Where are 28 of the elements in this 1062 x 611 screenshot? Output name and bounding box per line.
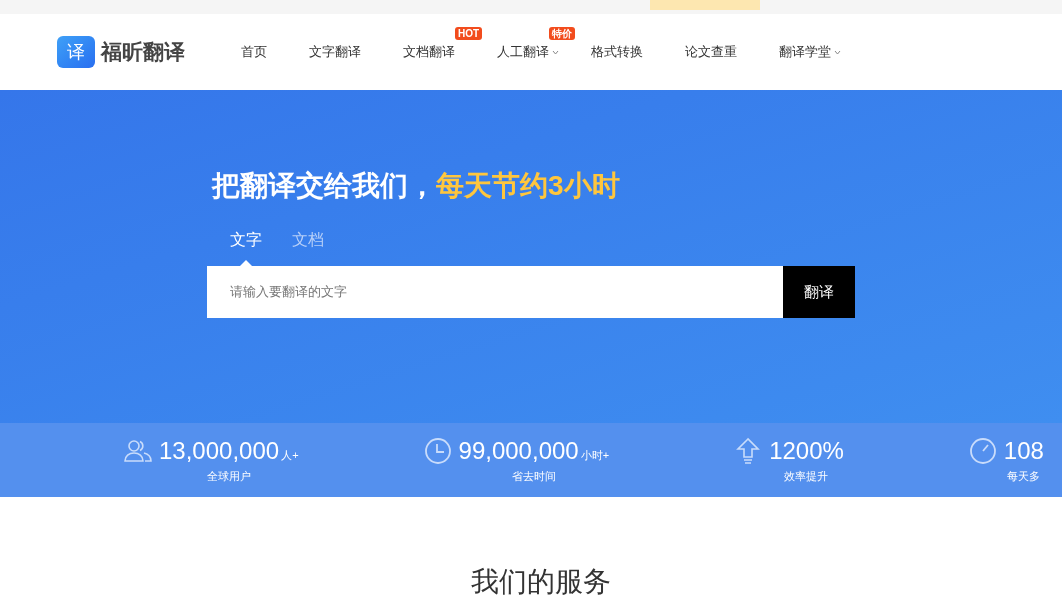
section-title: 我们的服务 (471, 565, 611, 599)
nav-link[interactable]: 首页 (241, 42, 267, 62)
clock-icon (422, 435, 453, 466)
logo-icon: 译 (57, 36, 95, 68)
hero-headline: 把翻译交给我们，每天节约3小时 (212, 169, 621, 203)
stat-value: 99,000,000 (458, 435, 579, 466)
brand-name: 福昕翻译 (101, 39, 185, 66)
nav-link[interactable]: 文字翻译 (309, 42, 361, 62)
stat-unit: 人+ (281, 447, 299, 463)
nav-link[interactable]: 论文查重 (685, 42, 737, 62)
translate-input[interactable]: 请输入要翻译的文字 (207, 266, 783, 318)
stat-label: 全球用户 (206, 468, 251, 484)
caret-icon (552, 49, 559, 55)
stat-unit: 小时+ (580, 447, 610, 463)
stat-label: 省去时间 (511, 468, 556, 484)
caret-icon (834, 49, 841, 55)
stat-value: 108 (1003, 435, 1044, 466)
stat-value: 1200% (769, 435, 844, 466)
translate-button[interactable]: 翻译 (783, 266, 855, 318)
nav-badge: 特价 (549, 27, 575, 41)
nav-link[interactable]: 格式转换 (591, 42, 643, 62)
stat-value: 13,000,000 (159, 435, 280, 466)
gauge-icon (967, 435, 998, 466)
stat-label: 效率提升 (784, 468, 829, 484)
nav-badge: HOT (455, 27, 483, 41)
nav-link[interactable]: 翻译学堂 (779, 42, 841, 62)
promo-banner[interactable] (650, 0, 760, 10)
stat-label: 每天多 (1007, 468, 1041, 484)
